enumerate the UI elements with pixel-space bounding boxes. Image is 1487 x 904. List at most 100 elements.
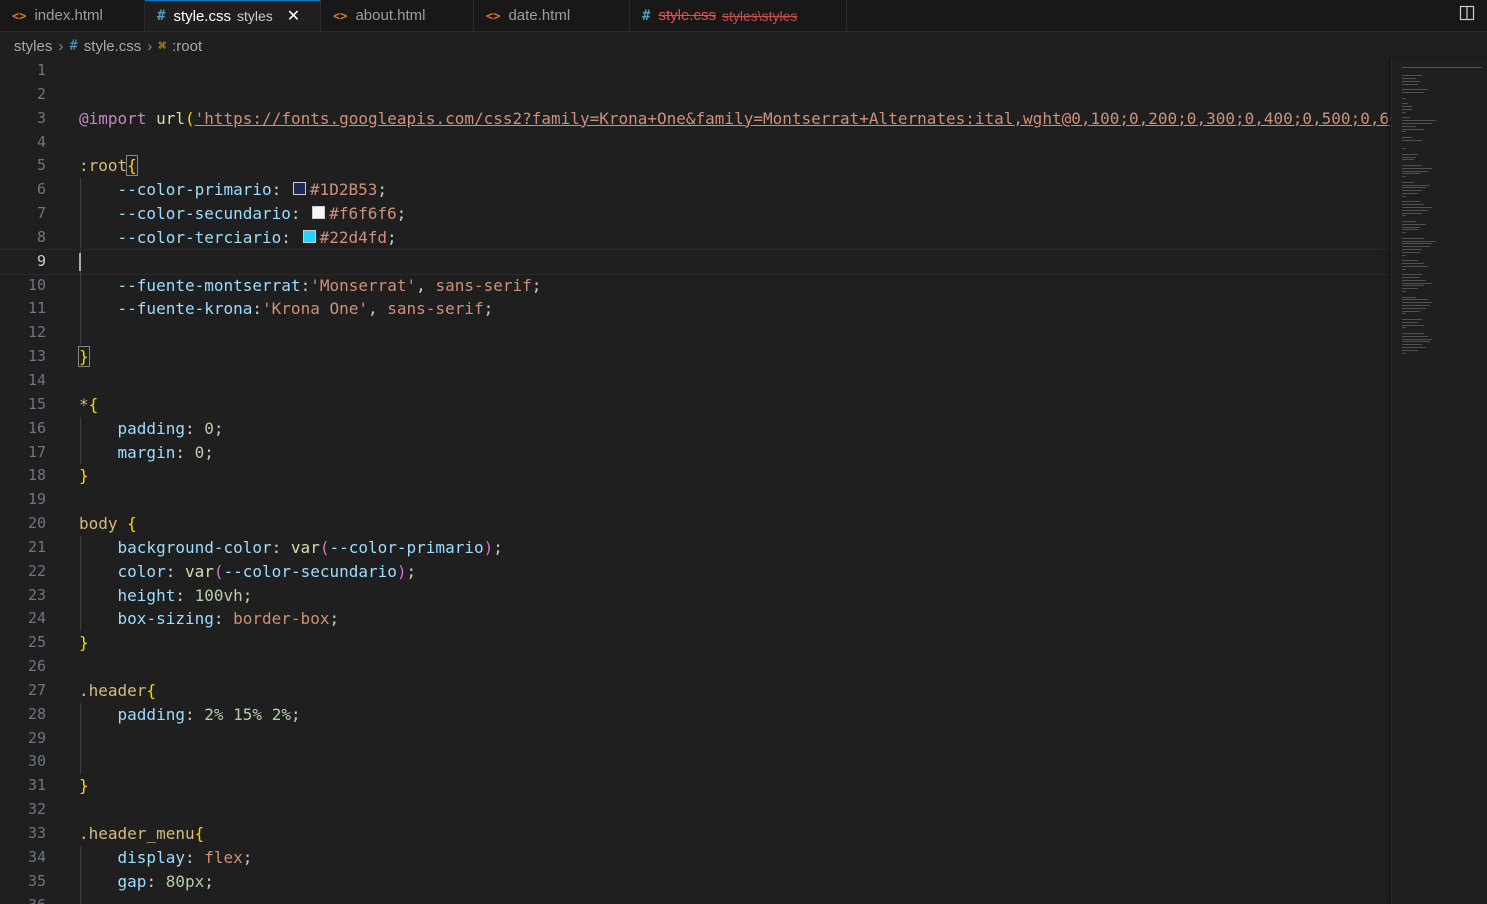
line-number: 20	[27, 514, 46, 533]
code-line[interactable]: 16 padding: 0;	[0, 416, 1391, 441]
color-swatch[interactable]	[312, 206, 326, 220]
code-line[interactable]: 3 @import url('https://fonts.googleapis.c…	[0, 107, 1391, 131]
tab-style-css[interactable]: # style.css styles ✕	[145, 0, 321, 31]
tab-about-html[interactable]: <> about.html	[321, 0, 474, 31]
code-token: :	[213, 609, 234, 629]
breadcrumb-file[interactable]: style.css	[84, 38, 142, 55]
code-token: ;	[531, 275, 542, 295]
tab-style-css-deleted[interactable]: # style.css styles\styles	[630, 0, 847, 31]
code-token: :	[252, 299, 263, 319]
code-token: ;	[204, 871, 214, 891]
code-line[interactable]: 2	[0, 83, 1391, 107]
code-line[interactable]: 25}	[0, 631, 1391, 655]
minimap-line	[1402, 83, 1418, 85]
breadcrumb-symbol[interactable]: :root	[172, 38, 202, 55]
minimap-line	[1402, 193, 1418, 194]
close-icon[interactable]: ✕	[287, 6, 300, 26]
code-token: }	[79, 776, 89, 796]
tab-date-html[interactable]: <> date.html	[474, 0, 630, 31]
code-line[interactable]: 24 box-sizing: border-box;	[0, 607, 1391, 632]
minimap-line	[1402, 299, 1428, 301]
code-token: ;	[483, 299, 494, 319]
tab-label: style.css	[173, 7, 231, 25]
code-line[interactable]: 9	[0, 248, 1391, 275]
code-line[interactable]: 11 --fuente-krona:'Krona One', sans-seri…	[0, 297, 1391, 322]
code-line[interactable]: 4	[0, 131, 1391, 155]
code-line[interactable]: 20 body {	[0, 512, 1391, 536]
code-token: #f6f6f6	[329, 204, 397, 224]
code-line[interactable]: 35 gap: 80px;	[0, 869, 1391, 894]
code-line[interactable]: 22 color: var(--color-secundario);	[0, 559, 1391, 584]
code-line[interactable]: 6 --color-primario: #1D2B53;	[0, 178, 1391, 203]
code-line[interactable]: 34 display: flex;	[0, 845, 1391, 870]
css-file-icon: #	[157, 8, 166, 24]
code-token: :root	[79, 156, 128, 176]
line-number: 17	[27, 442, 46, 461]
code-line[interactable]: 5:root{	[0, 154, 1391, 178]
line-number: 27	[27, 680, 46, 699]
code-text: --color-primario: #1D2B53;	[79, 178, 387, 202]
code-line[interactable]: 28 padding: 2% 15% 2%;	[0, 702, 1391, 727]
line-number: 26	[27, 657, 46, 676]
code-line[interactable]: 14	[0, 369, 1391, 393]
minimap-line	[1402, 165, 1422, 166]
code-line[interactable]: 15 *{	[0, 393, 1391, 417]
minimap-line	[1402, 159, 1414, 161]
minimap-line	[1402, 195, 1406, 197]
minimap-line	[1402, 251, 1420, 253]
minimap-line	[1402, 204, 1424, 206]
code-line[interactable]: 23 height: 100vh;	[0, 583, 1391, 608]
line-number: 36	[0, 894, 46, 904]
minimap-line	[1402, 209, 1428, 211]
code-line[interactable]: 10 --fuente-montserrat:'Monserrat', sans…	[0, 273, 1391, 298]
code-line[interactable]: 33 .header_menu{	[0, 822, 1391, 846]
minimap-line	[1402, 243, 1432, 245]
code-line[interactable]: 31}	[0, 774, 1391, 798]
code-token: {	[146, 680, 157, 700]
code-line[interactable]: 18}	[0, 464, 1391, 488]
code-editor[interactable]: 1 2 3 @import url('https://fonts.googleapis…	[0, 59, 1391, 904]
code-token: :	[184, 704, 205, 724]
code-line[interactable]: 19	[0, 488, 1391, 512]
code-line[interactable]: 8 --color-terciario: #22d4fd;	[0, 225, 1391, 250]
minimap-line	[1402, 75, 1422, 77]
line-number: 4	[36, 132, 46, 151]
line-number: 15	[27, 394, 46, 413]
code-line[interactable]: 13}	[0, 345, 1391, 369]
minimap-line	[1402, 181, 1414, 183]
color-swatch[interactable]	[302, 229, 316, 243]
code-line[interactable]: 1	[0, 59, 1391, 83]
code-token: height	[117, 585, 176, 605]
minimap-line	[1402, 173, 1420, 175]
tab-label: style.css	[658, 7, 716, 24]
code-line[interactable]: 30	[0, 750, 1391, 775]
code-line[interactable]: 26	[0, 655, 1391, 679]
code-line[interactable]: 36	[0, 893, 1391, 904]
code-text: display: flex;	[79, 846, 253, 870]
minimap-line	[1402, 285, 1424, 287]
code-line[interactable]: 29	[0, 726, 1391, 751]
code-token: body	[79, 514, 118, 534]
code-line[interactable]: 12	[0, 321, 1391, 346]
minimap-line	[1402, 170, 1428, 172]
css-file-icon: #	[69, 38, 78, 54]
indent-guide	[80, 321, 81, 346]
line-number: 19	[27, 490, 46, 509]
code-text: padding: 2% 15% 2%;	[79, 703, 301, 727]
code-line[interactable]: 32	[0, 798, 1391, 822]
code-line[interactable]: 17 margin: 0;	[0, 440, 1391, 465]
breadcrumb-folder[interactable]: styles	[14, 38, 52, 55]
code-line[interactable]: 27 .header{	[0, 679, 1391, 703]
tab-index-html[interactable]: <> index.html	[0, 0, 145, 31]
line-number: 34	[27, 847, 46, 866]
color-swatch[interactable]	[292, 182, 306, 196]
code-line[interactable]: 7 --color-secundario: #f6f6f6;	[0, 202, 1391, 226]
chevron-right-icon: ›	[58, 37, 64, 55]
code-line[interactable]: 21 background-color: var(--color-primari…	[0, 535, 1391, 560]
split-editor-icon[interactable]	[1457, 3, 1477, 23]
code-token: ;	[204, 442, 214, 462]
minimap[interactable]	[1391, 59, 1487, 904]
